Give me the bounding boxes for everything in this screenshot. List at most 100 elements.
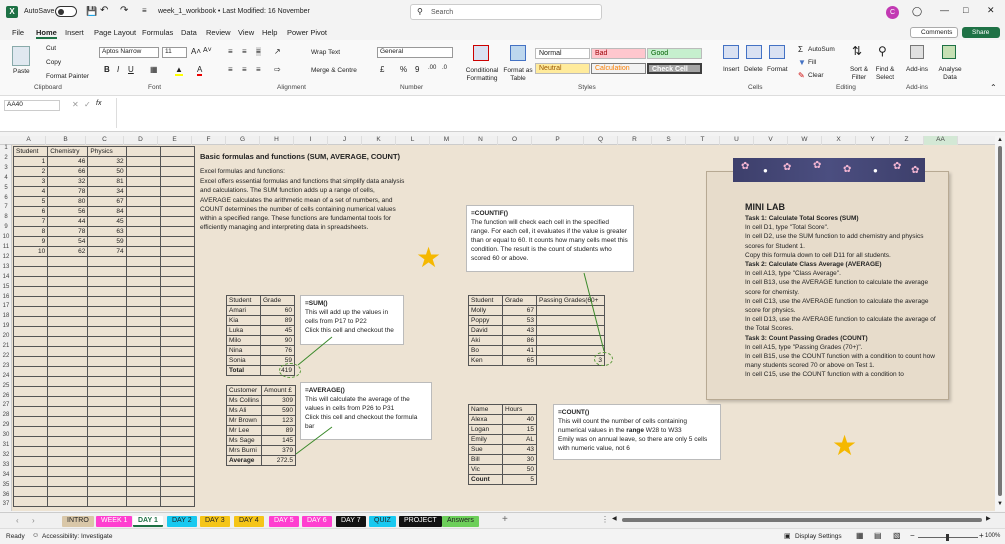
- sheet-tab-day-5[interactable]: DAY 5: [269, 516, 299, 527]
- column-header[interactable]: L: [396, 136, 430, 145]
- row-header[interactable]: 32: [0, 452, 12, 462]
- page-layout-view-icon[interactable]: ▤: [874, 531, 882, 540]
- cut-button[interactable]: Cut: [46, 45, 56, 52]
- increase-decimal-icon[interactable]: .00: [428, 65, 436, 71]
- bold-button[interactable]: B: [104, 65, 110, 74]
- sort-filter-icon[interactable]: ⇅: [852, 44, 862, 58]
- insert-cells-button[interactable]: Insert: [723, 66, 739, 73]
- style-calculation[interactable]: Calculation: [591, 63, 646, 74]
- paste-icon[interactable]: [12, 46, 30, 66]
- format-as-table-icon[interactable]: [510, 45, 526, 61]
- avatar[interactable]: C: [886, 6, 899, 19]
- row-header[interactable]: 30: [0, 432, 12, 442]
- sheet-tab-day-4[interactable]: DAY 4: [234, 516, 264, 527]
- comma-icon[interactable]: 9: [415, 65, 419, 74]
- format-cells-icon[interactable]: [769, 45, 785, 59]
- align-middle-icon[interactable]: ≡: [242, 47, 247, 56]
- align-bottom-icon[interactable]: ≡: [256, 47, 261, 56]
- number-format-select[interactable]: General: [377, 47, 453, 58]
- row-header[interactable]: 34: [0, 472, 12, 482]
- style-good[interactable]: Good: [647, 48, 702, 59]
- style-check-cell[interactable]: Check Cell: [647, 63, 702, 74]
- clear-icon[interactable]: ✎: [798, 71, 805, 80]
- row-header[interactable]: 26: [0, 393, 12, 403]
- formula-input[interactable]: [116, 98, 986, 128]
- row-header[interactable]: 7: [0, 204, 12, 214]
- lightbulb-icon[interactable]: ◯: [912, 6, 922, 17]
- redo-icon[interactable]: ↷: [120, 5, 128, 16]
- display-settings-button[interactable]: Display Settings: [795, 533, 842, 540]
- accessibility-icon[interactable]: ☺: [32, 532, 39, 539]
- scroll-thumb[interactable]: [998, 146, 1002, 496]
- column-header[interactable]: Q: [584, 136, 618, 145]
- prev-sheet-icon[interactable]: ‹: [16, 516, 19, 525]
- sheet-tab-week-1[interactable]: WEEK 1: [96, 516, 133, 527]
- clear-button[interactable]: Clear: [808, 72, 824, 79]
- share-button[interactable]: Share: [962, 27, 1000, 38]
- style-bad[interactable]: Bad: [591, 48, 646, 59]
- zoom-slider-handle[interactable]: [946, 534, 949, 541]
- delete-cells-icon[interactable]: [746, 45, 762, 59]
- sheet-tab-answers[interactable]: Answers: [442, 516, 479, 527]
- column-header[interactable]: U: [720, 136, 754, 145]
- percent-icon[interactable]: %: [400, 65, 407, 74]
- column-header[interactable]: W: [788, 136, 822, 145]
- row-header[interactable]: 23: [0, 363, 12, 373]
- sheet-tab-day-6[interactable]: DAY 6: [302, 516, 332, 527]
- normal-view-icon[interactable]: ▦: [856, 531, 864, 540]
- menu-home[interactable]: Home: [36, 28, 57, 39]
- sheet-tab-project[interactable]: PROJECT: [399, 516, 442, 527]
- collapse-ribbon-icon[interactable]: ⌃: [990, 83, 997, 92]
- column-header[interactable]: G: [226, 136, 260, 145]
- row-header[interactable]: 22: [0, 353, 12, 363]
- find-select-button[interactable]: Find & Select: [872, 66, 898, 82]
- column-header[interactable]: I: [294, 136, 328, 145]
- minimize-icon[interactable]: —: [940, 5, 949, 15]
- column-header[interactable]: D: [124, 136, 158, 145]
- analyse-data-icon[interactable]: [942, 45, 956, 59]
- menu-help[interactable]: Help: [262, 28, 277, 37]
- next-sheet-icon[interactable]: ›: [32, 516, 35, 525]
- underline-button[interactable]: U: [128, 65, 134, 74]
- row-header[interactable]: 24: [0, 373, 12, 383]
- column-header[interactable]: E: [158, 136, 192, 145]
- style-normal[interactable]: Normal: [535, 48, 590, 59]
- fill-button[interactable]: Fill: [808, 59, 816, 66]
- decrease-decimal-icon[interactable]: .0: [442, 65, 447, 71]
- addins-button[interactable]: Add-ins: [906, 66, 928, 73]
- row-header[interactable]: 17: [0, 303, 12, 313]
- align-center-icon[interactable]: ≡: [242, 65, 247, 74]
- row-header[interactable]: 14: [0, 274, 12, 284]
- column-header[interactable]: R: [618, 136, 652, 145]
- menu-page-layout[interactable]: Page Layout: [94, 28, 136, 37]
- more-options-icon[interactable]: ⋮: [601, 515, 609, 524]
- currency-icon[interactable]: £: [380, 65, 384, 74]
- column-header[interactable]: Z: [890, 136, 924, 145]
- indent-icon[interactable]: ⇨: [274, 65, 281, 74]
- column-header[interactable]: T: [686, 136, 720, 145]
- sheet-tab-day-7[interactable]: DAY 7: [336, 516, 366, 527]
- align-left-icon[interactable]: ≡: [228, 65, 233, 74]
- add-sheet-icon[interactable]: +: [502, 514, 508, 525]
- vertical-scrollbar[interactable]: ▲ ▼: [995, 136, 1005, 511]
- row-header[interactable]: 16: [0, 294, 12, 304]
- page-break-view-icon[interactable]: ▧: [893, 531, 901, 540]
- row-header[interactable]: 1: [0, 145, 12, 155]
- row-header[interactable]: 9: [0, 224, 12, 234]
- autosum-button[interactable]: AutoSum: [808, 46, 835, 53]
- sheet-tab-day-2[interactable]: DAY 2: [167, 516, 197, 527]
- row-header[interactable]: 12: [0, 254, 12, 264]
- borders-icon[interactable]: ▦: [150, 65, 158, 74]
- cancel-icon[interactable]: ✕: [72, 100, 79, 109]
- conditional-formatting-icon[interactable]: [473, 45, 489, 61]
- autosum-icon[interactable]: Σ: [798, 45, 803, 54]
- row-header[interactable]: 3: [0, 165, 12, 175]
- row-header[interactable]: 27: [0, 402, 12, 412]
- italic-button[interactable]: I: [117, 65, 119, 74]
- row-header[interactable]: 20: [0, 333, 12, 343]
- format-painter-button[interactable]: Format Painter: [46, 73, 89, 80]
- row-header[interactable]: 31: [0, 442, 12, 452]
- column-header[interactable]: X: [822, 136, 856, 145]
- style-neutral[interactable]: Neutral: [535, 63, 590, 74]
- format-as-table-button[interactable]: Format as Table: [502, 67, 534, 83]
